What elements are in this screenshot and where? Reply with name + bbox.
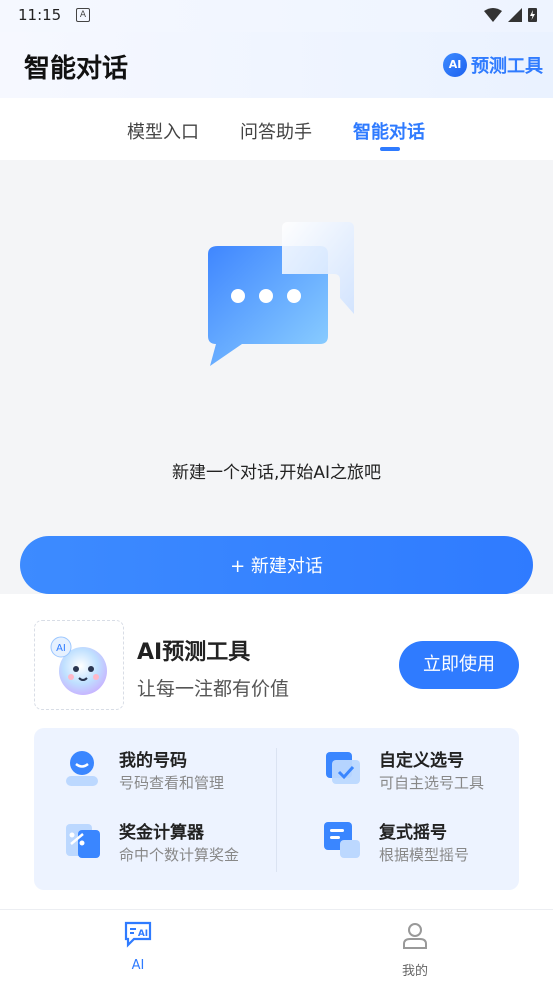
status-time: 11:15 — [18, 6, 62, 24]
tools-section: AI AI预测工具 让每一注都有价值 立即使用 我的号码 号码查看和管理 自定义… — [0, 594, 553, 910]
feature-prize-calculator[interactable]: 奖金计算器 命中个数计算奖金 — [34, 812, 264, 872]
mascot-label: AI — [56, 643, 66, 654]
ai-mascot-card: AI — [34, 620, 124, 710]
status-icons — [484, 7, 537, 22]
status-bar: 11:15 A — [0, 0, 553, 32]
prediction-tool-label: 预测工具 — [471, 56, 543, 77]
bottom-nav: AI AI 我的 — [0, 909, 553, 985]
tab-bar: 模型入口 问答助手 智能对话 — [0, 98, 553, 160]
header: 智能对话 AI 预测工具 — [0, 32, 553, 98]
feature-divider — [276, 748, 277, 872]
ai-mascot-icon: AI — [50, 636, 107, 695]
page-title: 智能对话 — [24, 54, 129, 84]
feature-title: 复式摇号 — [379, 823, 447, 843]
tab-smart-chat[interactable]: 智能对话 — [353, 118, 425, 144]
calculator-icon — [66, 824, 100, 858]
nav-label-ai: AI — [131, 958, 145, 973]
nav-item-profile[interactable]: 我的 — [355, 920, 475, 979]
notification-a-icon: A — [76, 8, 90, 22]
tab-model-entry[interactable]: 模型入口 — [127, 118, 199, 144]
feature-title: 自定义选号 — [379, 751, 464, 771]
profile-icon — [403, 923, 427, 949]
feature-title: 我的号码 — [119, 751, 187, 771]
feature-multi-draw[interactable]: 复式摇号 根据模型摇号 — [294, 812, 524, 872]
prediction-tool-link[interactable]: AI 预测工具 — [443, 52, 543, 78]
active-tab-indicator — [380, 147, 400, 151]
feature-title: 奖金计算器 — [119, 823, 204, 843]
feature-subtitle: 可自主选号工具 — [379, 774, 485, 792]
feature-custom-select[interactable]: 自定义选号 可自主选号工具 — [294, 740, 524, 800]
nav-item-ai[interactable]: AI AI — [78, 920, 198, 973]
feature-subtitle: 号码查看和管理 — [119, 774, 225, 792]
chat-bubbles-icon — [208, 222, 354, 366]
ai-badge-icon: AI — [443, 53, 467, 77]
feature-subtitle: 命中个数计算奖金 — [119, 846, 240, 864]
use-now-button[interactable]: 立即使用 — [399, 641, 519, 689]
ai-tool-subtitle: 让每一注都有价值 — [137, 678, 290, 700]
tab-qa-assistant[interactable]: 问答助手 — [240, 118, 312, 144]
signal-icon — [508, 7, 522, 22]
feature-subtitle: 根据模型摇号 — [379, 846, 470, 864]
empty-state: 新建一个对话,开始AI之旅吧 — [0, 160, 553, 530]
new-chat-button[interactable]: + 新建对话 — [20, 536, 533, 594]
ai-chat-icon: AI — [124, 921, 152, 948]
user-number-icon — [66, 751, 98, 786]
battery-icon — [528, 8, 537, 22]
wifi-icon — [484, 7, 502, 22]
empty-state-text: 新建一个对话,开始AI之旅吧 — [171, 463, 382, 483]
nav-label-profile: 我的 — [401, 964, 428, 979]
lottery-draw-icon — [324, 822, 360, 858]
feature-my-numbers[interactable]: 我的号码 号码查看和管理 — [34, 740, 264, 800]
custom-select-icon — [326, 752, 360, 784]
feature-grid: 我的号码 号码查看和管理 自定义选号 可自主选号工具 奖金计算器 命中个数计算奖… — [34, 728, 519, 890]
svg-text:AI: AI — [138, 929, 148, 939]
ai-tool-title: AI预测工具 — [137, 640, 251, 665]
